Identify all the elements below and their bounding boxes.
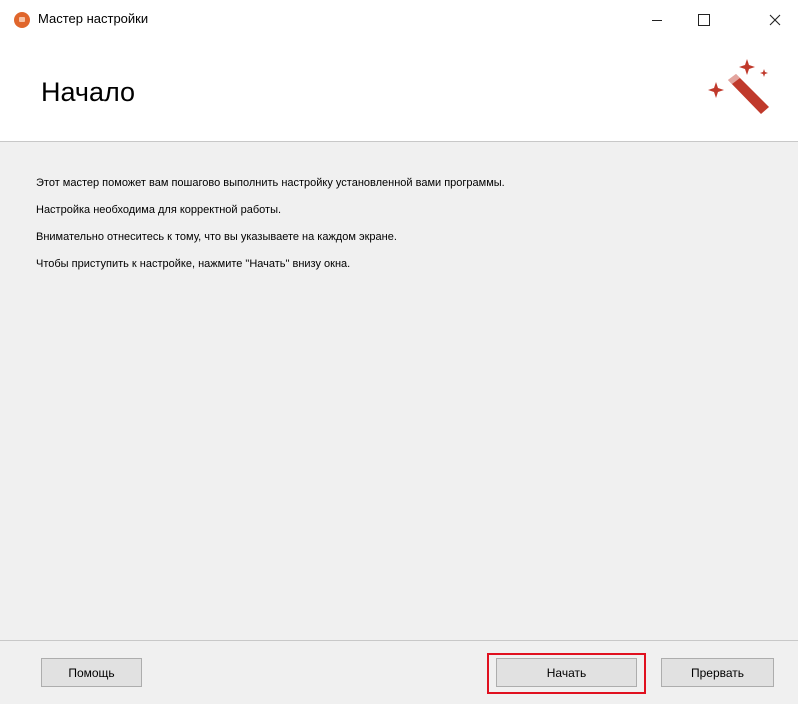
intro-line: Этот мастер поможет вам пошагово выполни… — [36, 177, 505, 189]
intro-line: Внимательно отнеситесь к тому, что вы ук… — [36, 231, 397, 243]
window-title: Мастер настройки — [38, 11, 149, 26]
intro-line: Чтобы приступить к настройке, нажмите "Н… — [36, 258, 351, 270]
button-bar: Помощь Начать Прервать — [0, 641, 798, 704]
title-bar: Мастер настройки — [0, 0, 798, 40]
intro-line: Настройка необходима для корректной рабо… — [36, 204, 282, 216]
wizard-header: Начало — [0, 40, 798, 141]
app-icon — [14, 12, 30, 28]
close-icon[interactable] — [752, 0, 798, 40]
minimize-icon[interactable] — [634, 0, 680, 40]
magic-wand-icon — [706, 56, 770, 125]
page-title: Начало — [41, 77, 136, 107]
cancel-button[interactable]: Прервать — [661, 658, 774, 687]
help-button[interactable]: Помощь — [41, 658, 142, 687]
content-panel: Этот мастер поможет вам пошагово выполни… — [0, 142, 798, 640]
maximize-icon[interactable] — [680, 0, 726, 40]
start-button[interactable]: Начать — [496, 658, 637, 687]
